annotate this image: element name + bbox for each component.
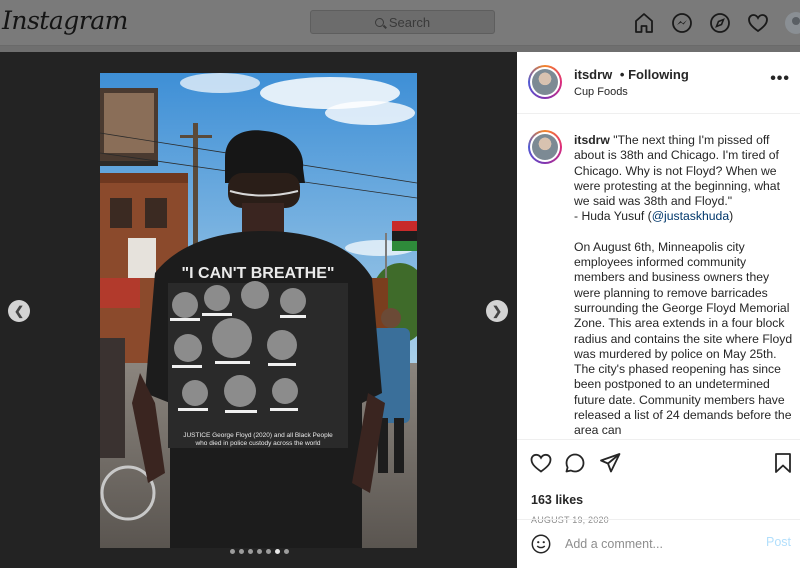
profile-avatar[interactable]: [784, 11, 800, 35]
carousel-dot: [248, 549, 253, 554]
shirt-footer-line-1: JUSTICE George Floyd (2020) and all Blac…: [183, 432, 333, 439]
carousel-dot: [266, 549, 271, 554]
caption-paragraph-2: On August 6th, Minneapolis city employee…: [574, 239, 793, 438]
post-header: itsdrw • Following Cup Foods •••: [517, 52, 800, 114]
post-location[interactable]: Cup Foods: [574, 86, 628, 98]
chevron-left-icon: ❮: [13, 304, 25, 318]
chevron-right-icon: ❯: [491, 304, 503, 318]
comment-bar: Post: [517, 519, 800, 568]
share-direct-icon[interactable]: [598, 451, 622, 475]
like-count[interactable]: 163 likes: [531, 493, 583, 507]
shirt-footer-line-2: who died in police custody across the wo…: [194, 440, 320, 447]
caption-username[interactable]: itsdrw: [574, 133, 610, 147]
post-comment-button[interactable]: Post: [766, 535, 791, 549]
save-bookmark-icon[interactable]: [771, 451, 795, 475]
author-username[interactable]: itsdrw: [574, 67, 612, 82]
caption-attribution: - Huda Yusuf (: [574, 209, 652, 224]
post-media-panel: "I CAN'T BREATHE" JUSTICE George Floyd (…: [0, 52, 517, 568]
home-icon[interactable]: [632, 11, 656, 35]
caption-attribution-close: ): [729, 209, 734, 224]
messenger-icon[interactable]: [670, 11, 694, 35]
search-placeholder: Search: [388, 14, 431, 30]
like-heart-icon[interactable]: [529, 451, 553, 475]
post-photo[interactable]: "I CAN'T BREATHE" JUSTICE George Floyd (…: [100, 73, 417, 548]
caption-author-avatar[interactable]: [528, 130, 562, 164]
more-options-icon[interactable]: •••: [770, 71, 790, 87]
following-button[interactable]: Following: [628, 67, 689, 82]
carousel-prev-button[interactable]: ❮: [8, 300, 30, 322]
carousel-dot: [284, 549, 289, 554]
activity-heart-icon[interactable]: [746, 11, 770, 35]
post-details-panel: itsdrw • Following Cup Foods ••• itsdrw …: [517, 52, 800, 568]
author-avatar[interactable]: [528, 65, 562, 99]
carousel-dot: [239, 549, 244, 554]
caption-text: itsdrw "The next thing I'm pissed off ab…: [574, 133, 796, 439]
comment-input[interactable]: [565, 535, 745, 553]
nav-icons: [632, 11, 800, 35]
shirt-headline: "I CAN'T BREATHE": [182, 265, 335, 282]
carousel-dot: [257, 549, 262, 554]
carousel-next-button[interactable]: ❯: [486, 300, 508, 322]
emoji-icon[interactable]: [530, 533, 552, 555]
top-navigation: Instagram Search: [0, 0, 800, 46]
caption-mention-link[interactable]: @justaskhuda: [652, 209, 729, 223]
separator-dot: •: [619, 67, 625, 82]
caption-scroll-area[interactable]: itsdrw "The next thing I'm pissed off ab…: [517, 114, 800, 439]
comment-icon[interactable]: [563, 451, 587, 475]
instagram-logo[interactable]: Instagram: [2, 6, 128, 35]
carousel-indicator: [230, 549, 289, 554]
search-box[interactable]: Search: [310, 10, 495, 34]
explore-icon[interactable]: [708, 11, 732, 35]
carousel-dot: [230, 549, 235, 554]
carousel-dot: [275, 549, 280, 554]
search-icon: [374, 17, 384, 27]
